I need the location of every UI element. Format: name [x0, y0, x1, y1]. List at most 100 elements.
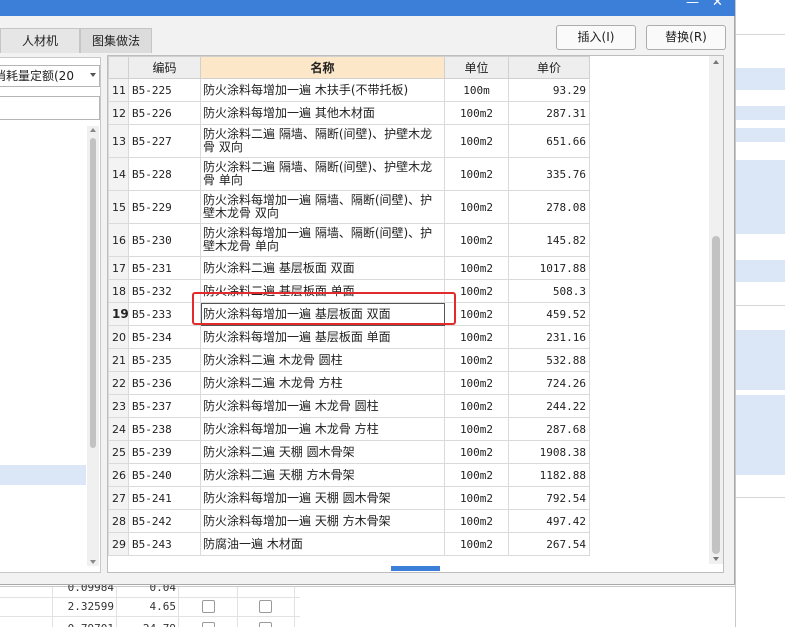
- unit-cell[interactable]: 100m2: [444, 371, 509, 395]
- unit-cell[interactable]: 100m2: [444, 486, 509, 510]
- name-cell[interactable]: 防火涂料每增加一遍 木龙骨 方柱: [200, 417, 445, 441]
- table-row[interactable]: 18 B5-232 防火涂料二遍 基层板面 单面 100m2 508.3: [108, 279, 590, 303]
- insert-button[interactable]: 插入(I): [556, 25, 636, 50]
- unit-cell[interactable]: 100m2: [444, 440, 509, 464]
- name-cell[interactable]: 防火涂料二遍 隔墙、隔断(间壁)、护壁木龙骨 双向: [200, 124, 445, 158]
- price-cell[interactable]: 792.54: [508, 486, 590, 510]
- tree-search-input[interactable]: [0, 96, 100, 120]
- unit-cell[interactable]: 100m2: [444, 532, 509, 556]
- table-row[interactable]: 22 B5-236 防火涂料二遍 木龙骨 方柱 100m2 724.26: [108, 371, 590, 395]
- table-row[interactable]: 16 B5-230 防火涂料每增加一遍 隔墙、隔断(间壁)、护壁木龙骨 单向 100m…: [108, 223, 590, 257]
- name-column-header[interactable]: 名称: [200, 56, 445, 79]
- price-cell[interactable]: 267.54: [508, 532, 590, 556]
- unit-cell[interactable]: 100m2: [444, 325, 509, 349]
- price-cell[interactable]: 651.66: [508, 124, 590, 158]
- unit-cell[interactable]: 100m2: [444, 348, 509, 372]
- price-cell[interactable]: 278.08: [508, 190, 590, 224]
- unit-cell[interactable]: 100m2: [444, 124, 509, 158]
- row-number-cell[interactable]: 18: [108, 279, 129, 303]
- row-number-cell[interactable]: 29: [108, 532, 129, 556]
- name-cell[interactable]: 防火涂料二遍 基层板面 双面: [200, 256, 445, 280]
- code-cell[interactable]: B5-229: [128, 190, 201, 224]
- row-number-cell[interactable]: 24: [108, 417, 129, 441]
- table-row[interactable]: 29 B5-243 防腐油一遍 木材面 100m2 267.54: [108, 532, 590, 556]
- scroll-up-icon[interactable]: [713, 60, 719, 64]
- price-cell[interactable]: 1182.88: [508, 463, 590, 487]
- row-number-cell[interactable]: 17: [108, 256, 129, 280]
- table-row[interactable]: 25 B5-239 防火涂料二遍 天棚 圆木骨架 100m2 1908.38: [108, 440, 590, 464]
- minimize-icon[interactable]: —: [686, 0, 699, 11]
- price-cell[interactable]: 1908.38: [508, 440, 590, 464]
- code-cell[interactable]: B5-232: [128, 279, 201, 303]
- name-cell[interactable]: 防火涂料二遍 隔墙、隔断(间壁)、护壁木龙骨 单向: [200, 157, 445, 191]
- code-cell[interactable]: B5-240: [128, 463, 201, 487]
- code-cell[interactable]: B5-225: [128, 78, 201, 102]
- grid-vertical-scrollbar[interactable]: [709, 56, 723, 564]
- price-cell[interactable]: 459.52: [508, 302, 590, 326]
- code-cell[interactable]: B5-234: [128, 325, 201, 349]
- unit-cell[interactable]: 100m2: [444, 190, 509, 224]
- price-cell[interactable]: 497.42: [508, 509, 590, 533]
- name-cell[interactable]: 防火涂料每增加一遍 天棚 方木骨架: [200, 509, 445, 533]
- price-cell[interactable]: 244.22: [508, 394, 590, 418]
- table-row[interactable]: 17 B5-231 防火涂料二遍 基层板面 双面 100m2 1017.88: [108, 256, 590, 280]
- row-number-cell[interactable]: 28: [108, 509, 129, 533]
- table-row[interactable]: 28 B5-242 防火涂料每增加一遍 天棚 方木骨架 100m2 497.42: [108, 509, 590, 533]
- scroll-down-icon[interactable]: [90, 560, 96, 564]
- table-row[interactable]: 24 B5-238 防火涂料每增加一遍 木龙骨 方柱 100m2 287.68: [108, 417, 590, 441]
- replace-button[interactable]: 替换(R): [646, 25, 726, 50]
- unit-cell[interactable]: 100m2: [444, 509, 509, 533]
- code-cell[interactable]: B5-236: [128, 371, 201, 395]
- price-cell[interactable]: 508.3: [508, 279, 590, 303]
- name-cell[interactable]: 防火涂料二遍 木龙骨 圆柱: [200, 348, 445, 372]
- name-cell[interactable]: 防火涂料二遍 天棚 方木骨架: [200, 463, 445, 487]
- scroll-thumb[interactable]: [712, 236, 720, 554]
- tree-selected-item[interactable]: [0, 465, 86, 485]
- table-row[interactable]: 23 B5-237 防火涂料每增加一遍 木龙骨 圆柱 100m2 244.22: [108, 394, 590, 418]
- table-row[interactable]: 14 B5-228 防火涂料二遍 隔墙、隔断(间壁)、护壁木龙骨 单向 100m2 33…: [108, 157, 590, 191]
- row-number-cell[interactable]: 15: [108, 190, 129, 224]
- quota-library-select[interactable]: 消耗量定额(20: [0, 65, 100, 87]
- unit-cell[interactable]: 100m: [444, 78, 509, 102]
- name-cell[interactable]: 防火涂料二遍 基层板面 单面: [200, 279, 445, 303]
- price-column-header[interactable]: 单价: [508, 56, 590, 79]
- row-number-cell[interactable]: 21: [108, 348, 129, 372]
- row-number-cell[interactable]: 27: [108, 486, 129, 510]
- tab-materials[interactable]: 人材机: [0, 28, 80, 53]
- code-cell[interactable]: B5-227: [128, 124, 201, 158]
- scroll-thumb[interactable]: [90, 138, 96, 448]
- row-checkbox[interactable]: [202, 622, 215, 627]
- name-cell[interactable]: 防腐油一遍 木材面: [200, 532, 445, 556]
- table-row[interactable]: 11 B5-225 防火涂料每增加一遍 木扶手(不带托板) 100m 93.29: [108, 78, 590, 102]
- price-cell[interactable]: 532.88: [508, 348, 590, 372]
- table-row[interactable]: 27 B5-241 防火涂料每增加一遍 天棚 圆木骨架 100m2 792.54: [108, 486, 590, 510]
- row-checkbox[interactable]: [259, 600, 272, 613]
- name-cell[interactable]: 防火涂料每增加一遍 木扶手(不带托板): [200, 78, 445, 102]
- name-cell[interactable]: 防火涂料每增加一遍 木龙骨 圆柱: [200, 394, 445, 418]
- unit-column-header[interactable]: 单位: [444, 56, 509, 79]
- name-cell[interactable]: 防火涂料每增加一遍 隔墙、隔断(间壁)、护壁木龙骨 单向: [200, 223, 445, 257]
- name-cell[interactable]: 防火涂料二遍 天棚 圆木骨架: [200, 440, 445, 464]
- row-number-cell[interactable]: 19: [108, 302, 129, 326]
- code-column-header[interactable]: 编码: [128, 56, 201, 79]
- unit-cell[interactable]: 100m2: [444, 394, 509, 418]
- row-number-cell[interactable]: 20: [108, 325, 129, 349]
- code-cell[interactable]: B5-226: [128, 101, 201, 125]
- name-cell[interactable]: 防火涂料每增加一遍 天棚 圆木骨架: [200, 486, 445, 510]
- row-number-cell[interactable]: 23: [108, 394, 129, 418]
- row-checkbox[interactable]: [259, 622, 272, 627]
- price-cell[interactable]: 93.29: [508, 78, 590, 102]
- code-cell[interactable]: B5-233: [128, 302, 201, 326]
- row-number-cell[interactable]: 14: [108, 157, 129, 191]
- tree-scrollbar[interactable]: [87, 126, 99, 566]
- chevron-down-icon[interactable]: [90, 73, 96, 77]
- row-number-cell[interactable]: 26: [108, 463, 129, 487]
- unit-cell[interactable]: 100m2: [444, 223, 509, 257]
- unit-cell[interactable]: 100m2: [444, 157, 509, 191]
- table-row[interactable]: 26 B5-240 防火涂料二遍 天棚 方木骨架 100m2 1182.88: [108, 463, 590, 487]
- code-cell[interactable]: B5-238: [128, 417, 201, 441]
- unit-cell[interactable]: 100m2: [444, 256, 509, 280]
- table-row[interactable]: 12 B5-226 防火涂料每增加一遍 其他木材面 100m2 287.31: [108, 101, 590, 125]
- code-cell[interactable]: B5-243: [128, 532, 201, 556]
- row-number-cell[interactable]: 25: [108, 440, 129, 464]
